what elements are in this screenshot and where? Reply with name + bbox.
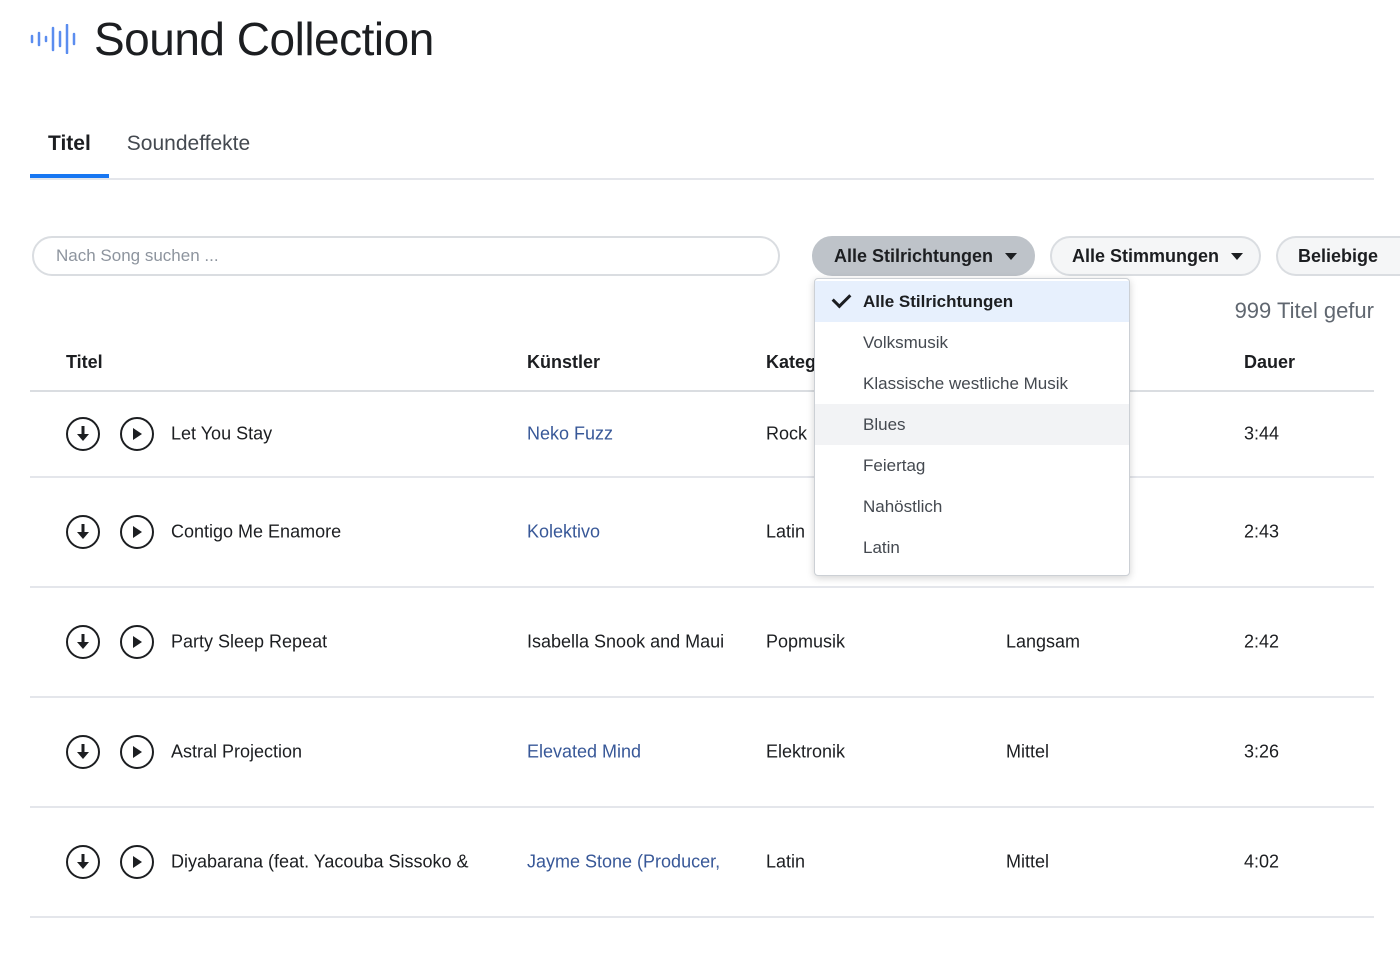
dropdown-item[interactable]: Klassische westliche Musik — [815, 363, 1129, 404]
header-artist[interactable]: Künstler — [527, 352, 600, 373]
song-search-input[interactable] — [32, 236, 780, 276]
download-button[interactable] — [66, 417, 100, 451]
table-row[interactable]: Party Sleep Repeat Isabella Snook and Ma… — [30, 588, 1374, 698]
track-artist: Isabella Snook and Maui — [527, 631, 725, 652]
header-duration[interactable]: Dauer — [1244, 352, 1295, 373]
dropdown-item[interactable]: Volksmusik — [815, 322, 1129, 363]
track-title: Diyabarana (feat. Yacouba Sissoko & — [171, 851, 469, 872]
table-header: Titel Künstler Kateg Dauer — [30, 340, 1374, 392]
track-duration: 2:42 — [1244, 631, 1280, 652]
download-arrow-icon — [77, 634, 89, 649]
play-icon — [133, 526, 142, 538]
tab-soundeffekte[interactable]: Soundeffekte — [109, 120, 268, 178]
track-title: Astral Projection — [171, 741, 303, 762]
dropdown-item-label: Nahöstlich — [863, 496, 943, 516]
play-icon — [133, 636, 142, 648]
app-header: Sound Collection — [30, 12, 434, 66]
play-button[interactable] — [120, 845, 154, 879]
play-icon — [133, 856, 142, 868]
check-icon — [831, 288, 852, 309]
header-title[interactable]: Titel — [66, 352, 103, 373]
track-category: Rock — [766, 423, 808, 444]
play-button[interactable] — [120, 515, 154, 549]
tab-bar: Titel Soundeffekte — [30, 120, 1374, 180]
genre-dropdown-menu: Alle Stilrichtungen Volksmusik Klassische … — [814, 278, 1130, 576]
track-artist[interactable]: Elevated Mind — [527, 742, 641, 763]
table-row[interactable]: Contigo Me Enamore Kolektivo Latin 2:43 — [30, 478, 1374, 588]
dropdown-item[interactable]: Blues — [815, 404, 1129, 445]
duration-filter-button[interactable]: Beliebige — [1276, 236, 1400, 276]
dropdown-item-label: Volksmusik — [863, 332, 949, 352]
play-button[interactable] — [120, 625, 154, 659]
dropdown-item-label: Klassische westliche Musik — [863, 373, 1069, 393]
dropdown-item[interactable]: Nahöstlich — [815, 486, 1129, 527]
track-category: Latin — [766, 851, 806, 872]
download-arrow-icon — [77, 854, 89, 869]
table-row[interactable]: Astral Projection Elevated Mind Elektron… — [30, 698, 1374, 808]
track-title: Let You Stay — [171, 423, 273, 444]
dropdown-item[interactable]: Feiertag — [815, 445, 1129, 486]
track-duration: 2:43 — [1244, 521, 1280, 542]
tab-titel[interactable]: Titel — [30, 120, 109, 178]
caret-down-icon — [1231, 252, 1244, 260]
play-icon — [133, 746, 142, 758]
dropdown-item-label: Alle Stilrichtungen — [863, 291, 1014, 311]
download-arrow-icon — [77, 744, 89, 759]
track-artist[interactable]: Kolektivo — [527, 522, 600, 543]
dropdown-item[interactable]: Latin — [815, 527, 1129, 568]
track-category: Popmusik — [766, 631, 846, 652]
download-button[interactable] — [66, 735, 100, 769]
download-arrow-icon — [77, 426, 89, 441]
table-row[interactable]: Diyabarana (feat. Yacouba Sissoko & Jaym… — [30, 808, 1374, 918]
table-row[interactable]: Let You Stay Neko Fuzz Rock 3:44 — [30, 392, 1374, 478]
track-duration: 3:26 — [1244, 741, 1280, 762]
caret-down-icon — [1005, 252, 1018, 260]
dropdown-item-label: Latin — [863, 537, 900, 557]
header-category[interactable]: Kateg — [766, 352, 816, 373]
track-duration: 4:02 — [1244, 851, 1280, 872]
result-count: 999 Titel gefur — [1234, 298, 1374, 323]
track-tempo: Langsam — [1006, 631, 1081, 652]
audio-wave-icon — [30, 24, 76, 54]
dropdown-item-label: Feiertag — [863, 455, 926, 475]
dropdown-item-label: Blues — [863, 414, 906, 434]
track-tempo: Mittel — [1006, 741, 1050, 762]
mood-filter-label: Alle Stimmungen — [1072, 245, 1220, 266]
download-arrow-icon — [77, 524, 89, 539]
track-title: Party Sleep Repeat — [171, 631, 328, 652]
mood-filter-button[interactable]: Alle Stimmungen — [1050, 236, 1262, 276]
download-button[interactable] — [66, 515, 100, 549]
track-artist[interactable]: Jayme Stone (Producer, — [527, 852, 720, 873]
page-title: Sound Collection — [94, 13, 434, 65]
genre-filter-label: Alle Stilrichtungen — [834, 245, 994, 266]
download-button[interactable] — [66, 625, 100, 659]
genre-filter-button[interactable]: Alle Stilrichtungen — [812, 236, 1036, 276]
dropdown-item[interactable]: Alle Stilrichtungen — [815, 281, 1129, 322]
tracks-table: Titel Künstler Kateg Dauer Let You Stay … — [30, 340, 1374, 918]
play-button[interactable] — [120, 417, 154, 451]
track-title: Contigo Me Enamore — [171, 521, 342, 542]
play-button[interactable] — [120, 735, 154, 769]
download-button[interactable] — [66, 845, 100, 879]
track-tempo: Mittel — [1006, 851, 1050, 872]
track-category: Latin — [766, 521, 806, 542]
track-artist[interactable]: Neko Fuzz — [527, 424, 613, 445]
track-duration: 3:44 — [1244, 423, 1280, 444]
play-icon — [133, 428, 142, 440]
duration-filter-label: Beliebige — [1298, 245, 1379, 266]
track-category: Elektronik — [766, 741, 846, 762]
